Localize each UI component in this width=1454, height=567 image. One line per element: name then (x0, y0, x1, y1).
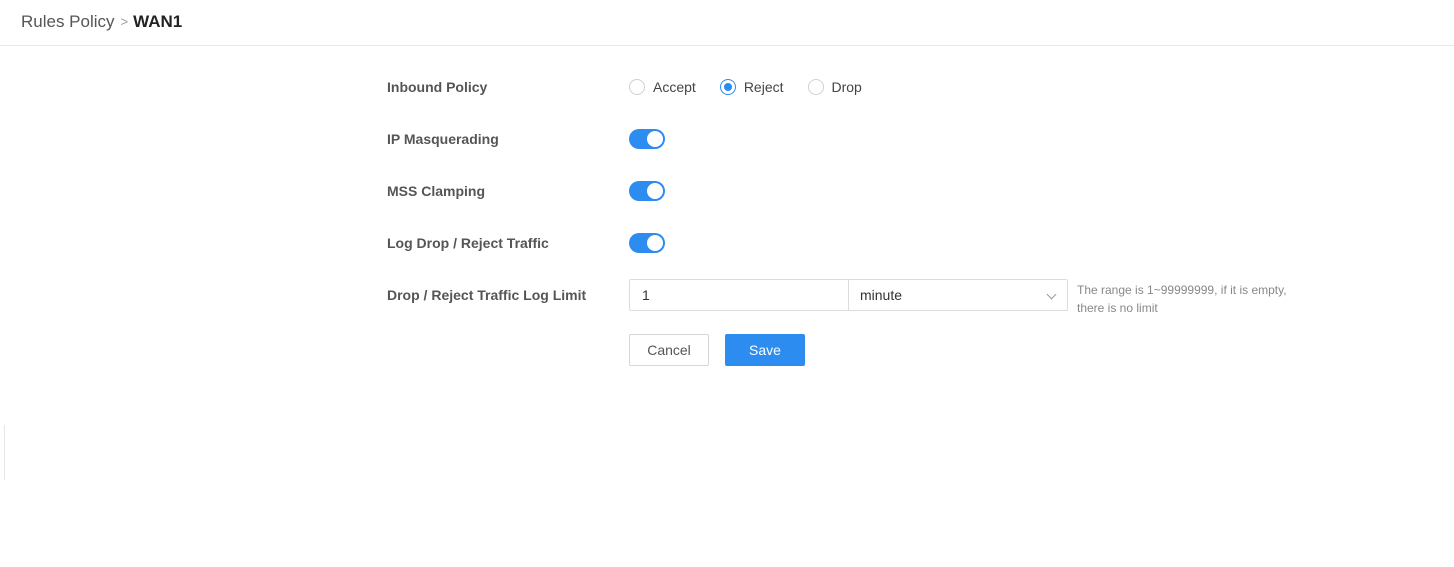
ip-masquerading-row: IP Masquerading (387, 123, 1307, 155)
radio-drop-label: Drop (831, 79, 862, 95)
radio-drop-icon[interactable] (807, 79, 824, 95)
breadcrumb: Rules Policy > WAN1 (21, 11, 182, 33)
breadcrumb-separator-icon: > (120, 14, 129, 29)
log-limit-label: Drop / Reject Traffic Log Limit (387, 287, 587, 303)
chevron-down-icon[interactable] (1046, 289, 1057, 300)
inbound-policy-row: Inbound Policy Accept Reject Drop (387, 71, 1307, 103)
ip-masquerading-label: IP Masquerading (387, 131, 499, 147)
log-drop-reject-toggle[interactable] (629, 233, 665, 253)
inbound-policy-drop[interactable]: Drop (807, 79, 862, 95)
inbound-policy-radio-group: Accept Reject Drop (629, 71, 886, 103)
log-drop-reject-row: Log Drop / Reject Traffic (387, 227, 1307, 259)
radio-accept-icon[interactable] (629, 79, 645, 95)
toggle-knob (647, 183, 663, 199)
radio-reject-icon[interactable] (719, 79, 736, 95)
log-drop-reject-label: Log Drop / Reject Traffic (387, 235, 549, 251)
mss-clamping-label: MSS Clamping (387, 183, 486, 199)
breadcrumb-current: WAN1 (133, 12, 183, 31)
toggle-knob (647, 131, 663, 147)
inbound-policy-accept[interactable]: Accept (629, 79, 696, 95)
page-header: Rules Policy > WAN1 (0, 0, 1454, 46)
mss-clamping-toggle[interactable] (629, 181, 665, 201)
ip-masquerading-toggle[interactable] (629, 129, 665, 149)
form-actions: Cancel Save (387, 334, 1307, 366)
inbound-policy-reject[interactable]: Reject (719, 79, 784, 95)
radio-accept-label: Accept (653, 79, 696, 95)
cancel-button[interactable]: Cancel (629, 334, 709, 366)
log-limit-unit-value: minute (860, 287, 903, 303)
save-button[interactable]: Save (725, 334, 805, 366)
log-limit-hint: The range is 1~99999999, if it is empty,… (1077, 283, 1287, 315)
breadcrumb-rules-policy[interactable]: Rules Policy (21, 11, 115, 33)
log-limit-input[interactable] (629, 279, 849, 311)
inbound-policy-label: Inbound Policy (387, 79, 488, 95)
log-limit-unit-select[interactable]: minute (849, 279, 1068, 311)
left-divider (4, 425, 5, 480)
radio-reject-label: Reject (743, 79, 784, 95)
toggle-knob (647, 235, 663, 251)
log-limit-row: Drop / Reject Traffic Log Limit minute T… (387, 279, 1307, 319)
mss-clamping-row: MSS Clamping (387, 175, 1307, 207)
